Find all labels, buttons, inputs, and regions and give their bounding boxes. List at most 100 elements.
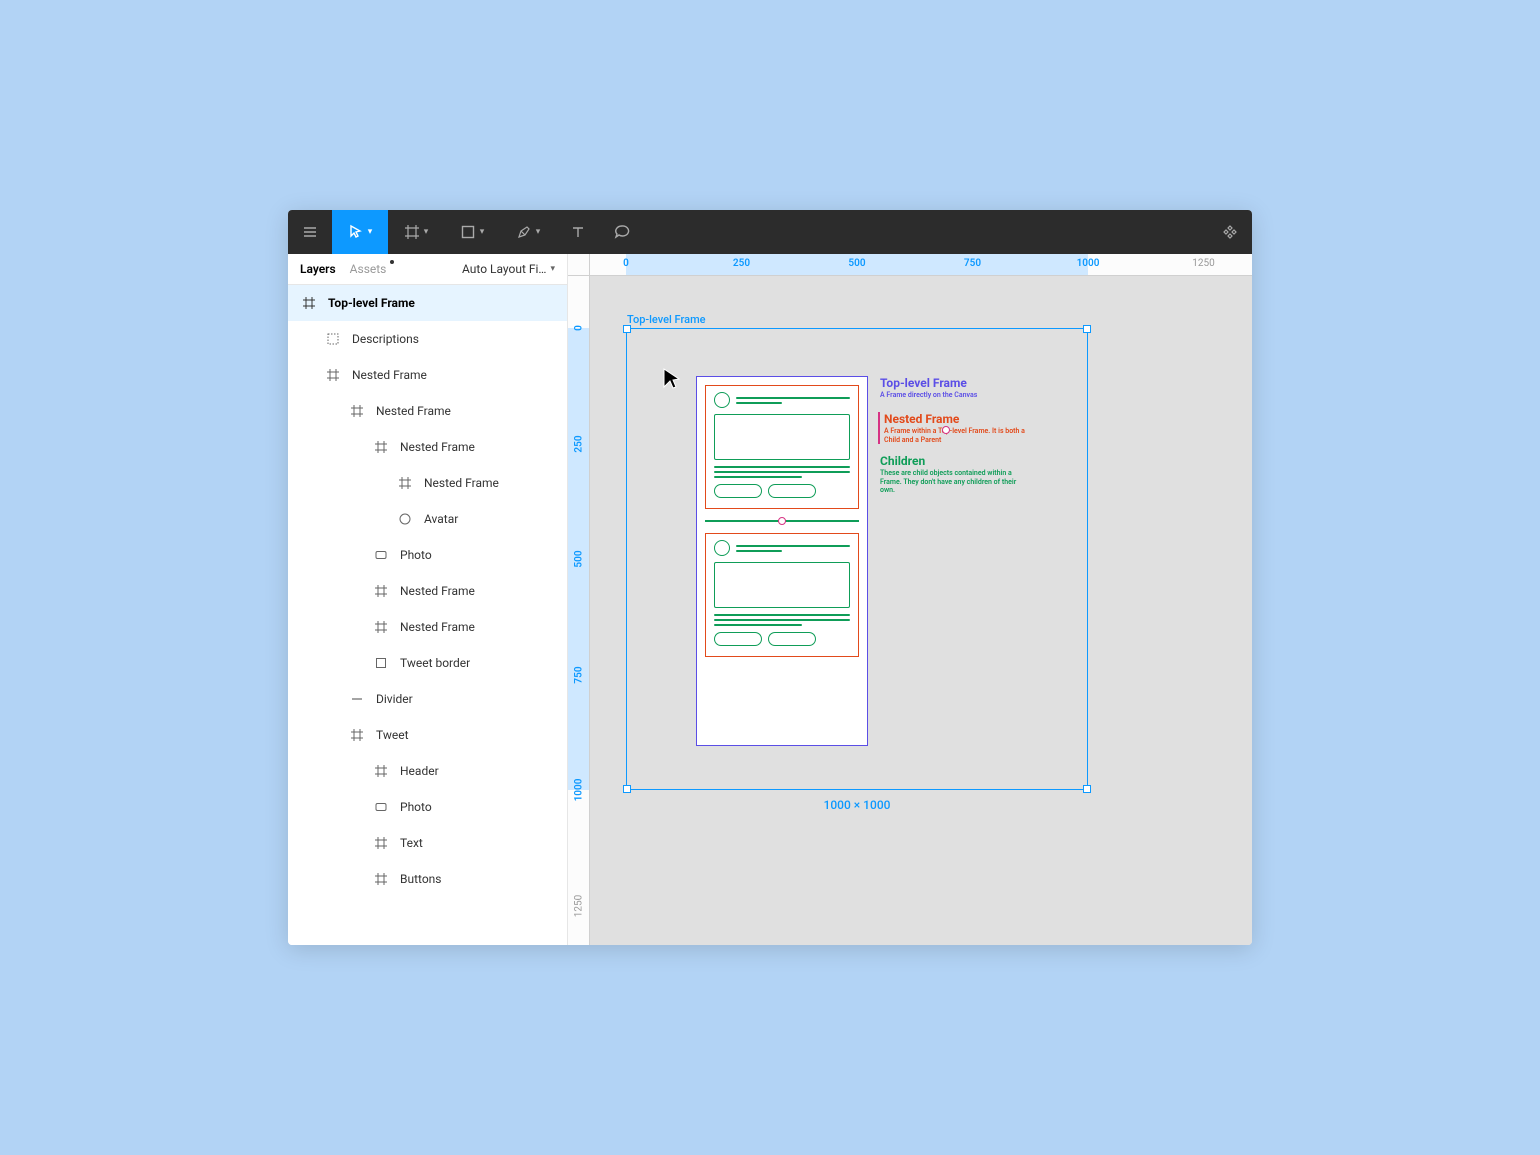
layer-label: Nested Frame [352,368,427,382]
layer-row[interactable]: Nested Frame [288,573,567,609]
chevron-down-icon: ▾ [480,227,485,237]
menu-button[interactable] [288,210,332,254]
text-icon [570,224,586,240]
group-icon [324,330,342,348]
layer-label: Tweet [376,728,409,742]
comment-icon [614,224,630,240]
layer-row[interactable]: Text [288,825,567,861]
layer-row[interactable]: Photo [288,789,567,825]
frame-icon [404,224,420,240]
layer-row[interactable]: Top-level Frame [288,285,567,321]
components-button[interactable] [1208,210,1252,254]
pen-tool[interactable]: ▾ [500,210,556,254]
frame-icon [372,618,390,636]
layers-tree[interactable]: Top-level Frame Descriptions Nested Frame N… [288,285,567,945]
frame-title[interactable]: Top-level Frame [627,313,706,326]
layer-row[interactable]: Buttons [288,861,567,897]
layer-row[interactable]: Nested Frame [288,393,567,429]
ruler-corner [568,254,590,276]
chevron-down-icon: ▾ [424,227,429,237]
toolbar: ▾ ▾ ▾ ▾ [288,210,1252,254]
canvas-viewport[interactable]: Top-level Frame 1000 × 1000 [590,276,1252,945]
selection-dimensions: 1000 × 1000 [824,798,891,812]
layer-label: Nested Frame [400,440,475,454]
text-tool[interactable] [556,210,600,254]
ruler-vertical[interactable]: 025050075010001250 [568,276,590,945]
resize-handle-br[interactable] [1083,785,1091,793]
layer-label: Photo [400,800,432,814]
ruler-tick: 250 [573,435,584,452]
cursor-icon [348,224,364,240]
layer-label: Text [400,836,423,850]
layer-label: Nested Frame [424,476,499,490]
mock-tweet-2 [705,533,859,657]
legend-children: ChildrenThese are child objects containe… [880,454,1030,495]
tab-layers[interactable]: Layers [300,262,336,276]
layer-row[interactable]: Nested Frame [288,357,567,393]
comment-tool[interactable] [600,210,644,254]
layer-row[interactable]: Tweet border [288,645,567,681]
ruler-tick: 1250 [573,894,584,916]
mock-divider [705,517,859,525]
layer-row[interactable]: Nested Frame [288,609,567,645]
ruler-tick: 1250 [1192,258,1214,269]
layer-row[interactable]: Nested Frame [288,429,567,465]
frame-icon [300,294,318,312]
chevron-down-icon: ▾ [536,227,541,237]
mock-nested-frame[interactable] [696,376,868,746]
layer-label: Header [400,764,439,778]
frame-icon [372,582,390,600]
shape-tool[interactable]: ▾ [444,210,500,254]
layer-label: Buttons [400,872,442,886]
rect-icon [460,224,476,240]
frame-tool[interactable]: ▾ [388,210,444,254]
layer-label: Divider [376,692,413,706]
layer-label: Nested Frame [376,404,451,418]
ruler-tick: 500 [573,550,584,567]
rect-icon [372,654,390,672]
move-tool[interactable]: ▾ [332,210,388,254]
layer-label: Nested Frame [400,620,475,634]
page-selector[interactable]: Auto Layout Fi… ▾ [462,262,555,276]
diamond-icon [1221,223,1239,241]
resize-handle-tr[interactable] [1083,325,1091,333]
layer-row[interactable]: Nested Frame [288,465,567,501]
app-window: ▾ ▾ ▾ ▾ Layers Assets [288,210,1252,945]
legend-top-level: Top-level FrameA Frame directly on the C… [880,376,1030,400]
chevron-down-icon: ▾ [368,227,373,237]
chevron-down-icon: ▾ [550,264,555,274]
legend-nested: Nested FrameA Frame within a Top-level F… [878,412,1028,444]
layer-row[interactable]: Divider [288,681,567,717]
mock-tweet-1 [705,385,859,509]
layer-label: Tweet border [400,656,470,670]
frame-icon [372,834,390,852]
frame-icon [372,762,390,780]
ruler-tick: 750 [573,666,584,683]
frame-icon [396,474,414,492]
frame-icon [372,870,390,888]
ruler-tick: 500 [848,258,865,269]
hamburger-icon [302,224,318,240]
frame-icon [324,366,342,384]
resize-handle-tl[interactable] [623,325,631,333]
ruler-tick: 0 [573,325,584,331]
layer-row[interactable]: Descriptions [288,321,567,357]
editor: 025050075010001250 025050075010001250 To… [568,254,1252,945]
layer-row[interactable]: Photo [288,537,567,573]
tab-assets[interactable]: Assets [350,262,387,276]
layer-row[interactable]: Tweet [288,717,567,753]
layer-row[interactable]: Avatar [288,501,567,537]
layer-label: Descriptions [352,332,419,346]
image-icon [372,546,390,564]
ruler-horizontal[interactable]: 025050075010001250 [590,254,1252,276]
circle-icon [396,510,414,528]
frame-icon [348,726,366,744]
resize-handle-bl[interactable] [623,785,631,793]
ruler-tick: 750 [964,258,981,269]
frame-icon [372,438,390,456]
line-icon [348,690,366,708]
frame-icon [348,402,366,420]
layers-panel: Layers Assets Auto Layout Fi… ▾ Top-leve… [288,254,568,945]
pen-icon [516,224,532,240]
layer-row[interactable]: Header [288,753,567,789]
